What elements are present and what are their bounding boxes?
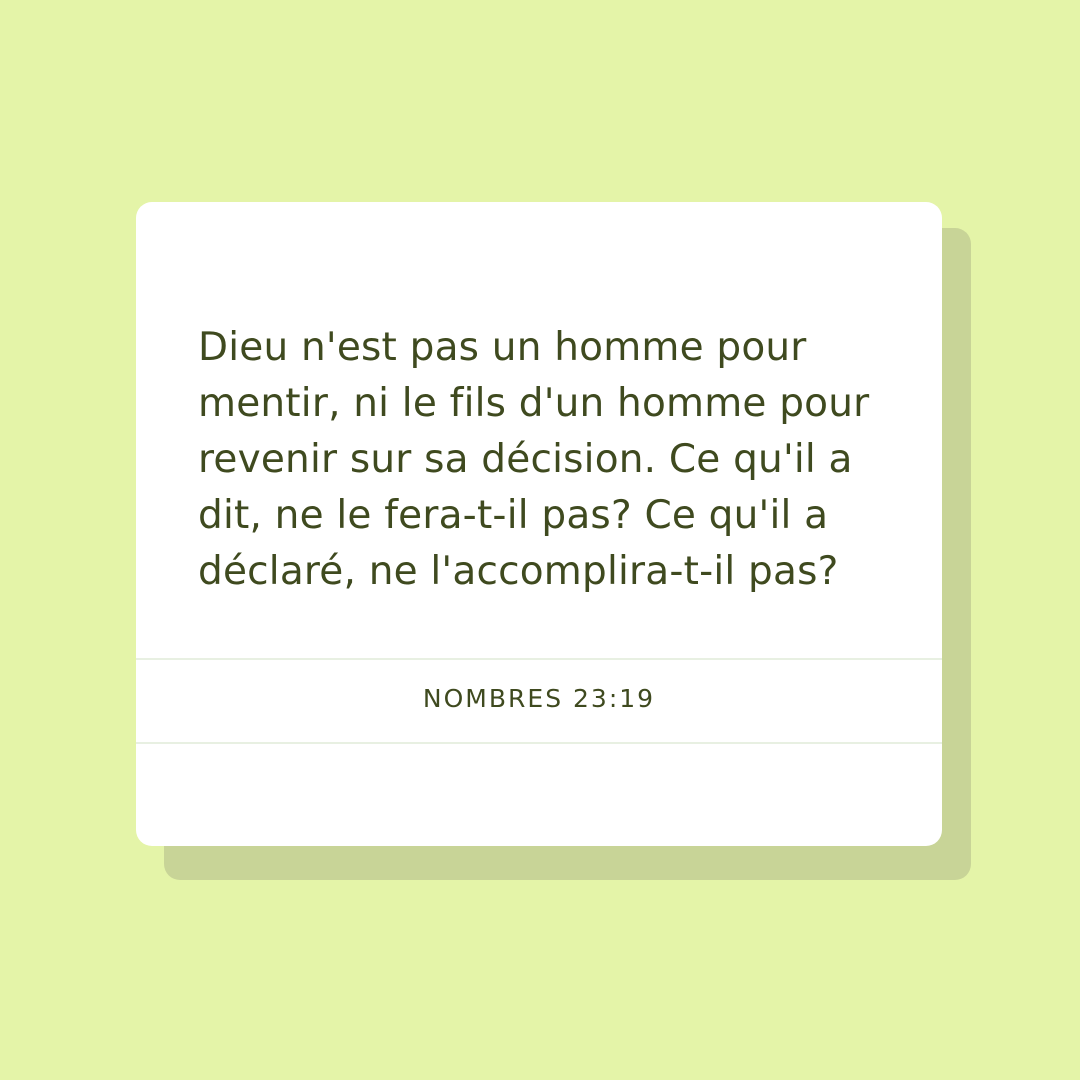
divider-bottom — [136, 742, 942, 744]
verse-text: Dieu n'est pas un homme pour mentir, ni … — [198, 325, 870, 594]
verse-reference: NOMBRES 23:19 — [422, 684, 656, 713]
verse-card: Dieu n'est pas un homme pour mentir, ni … — [136, 202, 942, 846]
divider-top — [136, 658, 942, 660]
